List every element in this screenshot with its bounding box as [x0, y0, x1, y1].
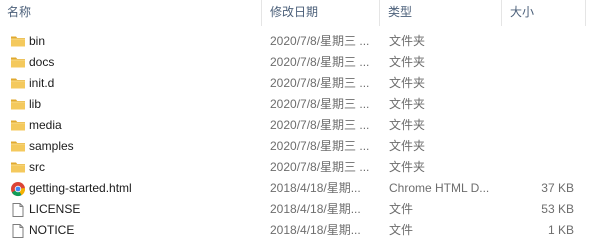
- file-row[interactable]: init.d 2020/7/8/星期三 ... 文件夹: [0, 73, 602, 94]
- file-date: 2020/7/8/星期三 ...: [270, 55, 370, 69]
- file-name: NOTICE: [29, 223, 75, 237]
- file-date: 2020/7/8/星期三 ...: [270, 76, 370, 90]
- file-name: init.d: [29, 76, 55, 90]
- file-type: 文件夹: [389, 55, 426, 69]
- file-row[interactable]: docs 2020/7/8/星期三 ... 文件夹: [0, 52, 602, 73]
- file-list: bin 2020/7/8/星期三 ... 文件夹 docs 2020/7/8/星期三 .…: [0, 31, 602, 241]
- file-date: 2020/7/8/星期三 ...: [270, 97, 370, 111]
- file-size: [502, 73, 574, 94]
- file-type: 文件: [389, 223, 414, 237]
- column-header-date[interactable]: 修改日期: [262, 0, 380, 26]
- file-type: 文件夹: [389, 160, 426, 174]
- folder-icon: [10, 136, 26, 157]
- file-name: bin: [29, 34, 46, 48]
- file-name: docs: [29, 55, 55, 69]
- folder-icon: [10, 52, 26, 73]
- file-size: [502, 52, 574, 73]
- file-size: [502, 157, 574, 178]
- file-row[interactable]: media 2020/7/8/星期三 ... 文件夹: [0, 115, 602, 136]
- file-type: 文件夹: [389, 76, 426, 90]
- file-row[interactable]: bin 2020/7/8/星期三 ... 文件夹: [0, 31, 602, 52]
- file-icon: [10, 199, 26, 220]
- file-size: 37 KB: [541, 181, 574, 195]
- file-type: 文件: [389, 202, 414, 216]
- file-name: samples: [29, 139, 74, 153]
- file-size: 1 KB: [547, 223, 574, 237]
- folder-icon: [10, 73, 26, 94]
- file-type: 文件夹: [389, 97, 426, 111]
- file-date: 2018/4/18/星期...: [270, 223, 361, 237]
- file-size: [502, 94, 574, 115]
- file-name: lib: [29, 97, 42, 111]
- file-date: 2020/7/8/星期三 ...: [270, 34, 370, 48]
- file-date: 2018/4/18/星期...: [270, 202, 361, 216]
- file-date: 2020/7/8/星期三 ...: [270, 139, 370, 153]
- file-name: src: [29, 160, 45, 174]
- file-name: media: [29, 118, 62, 132]
- folder-icon: [10, 31, 26, 52]
- column-header-name-label: 名称: [7, 5, 32, 19]
- chrome-html-icon: [10, 178, 26, 199]
- file-row[interactable]: LICENSE 2018/4/18/星期... 文件 53 KB: [0, 199, 602, 220]
- file-row[interactable]: samples 2020/7/8/星期三 ... 文件夹: [0, 136, 602, 157]
- file-type: 文件夹: [389, 34, 426, 48]
- file-size: [502, 31, 574, 52]
- file-date: 2018/4/18/星期...: [270, 181, 361, 195]
- folder-icon: [10, 94, 26, 115]
- file-name: LICENSE: [29, 202, 81, 216]
- file-row[interactable]: NOTICE 2018/4/18/星期... 文件 1 KB: [0, 220, 602, 241]
- column-header-size[interactable]: 大小: [502, 0, 586, 26]
- folder-icon: [10, 115, 26, 136]
- file-size: 53 KB: [541, 202, 574, 216]
- file-row[interactable]: src 2020/7/8/星期三 ... 文件夹: [0, 157, 602, 178]
- file-date: 2020/7/8/星期三 ...: [270, 160, 370, 174]
- file-row[interactable]: lib 2020/7/8/星期三 ... 文件夹: [0, 94, 602, 115]
- file-size: [502, 136, 574, 157]
- file-size: [502, 115, 574, 136]
- file-type: Chrome HTML D...: [389, 181, 490, 195]
- file-type: 文件夹: [389, 118, 426, 132]
- column-header-type[interactable]: 类型: [380, 0, 502, 26]
- file-type: 文件夹: [389, 139, 426, 153]
- file-name: getting-started.html: [29, 181, 132, 195]
- file-date: 2020/7/8/星期三 ...: [270, 118, 370, 132]
- file-icon: [10, 220, 26, 241]
- folder-icon: [10, 157, 26, 178]
- sort-ascending-icon: ^: [125, 0, 129, 5]
- column-header: 名称 ^ 修改日期 类型 大小: [0, 0, 602, 26]
- file-row[interactable]: getting-started.html 2018/4/18/星期... Chrom…: [0, 178, 602, 199]
- column-header-name[interactable]: 名称 ^: [0, 0, 262, 26]
